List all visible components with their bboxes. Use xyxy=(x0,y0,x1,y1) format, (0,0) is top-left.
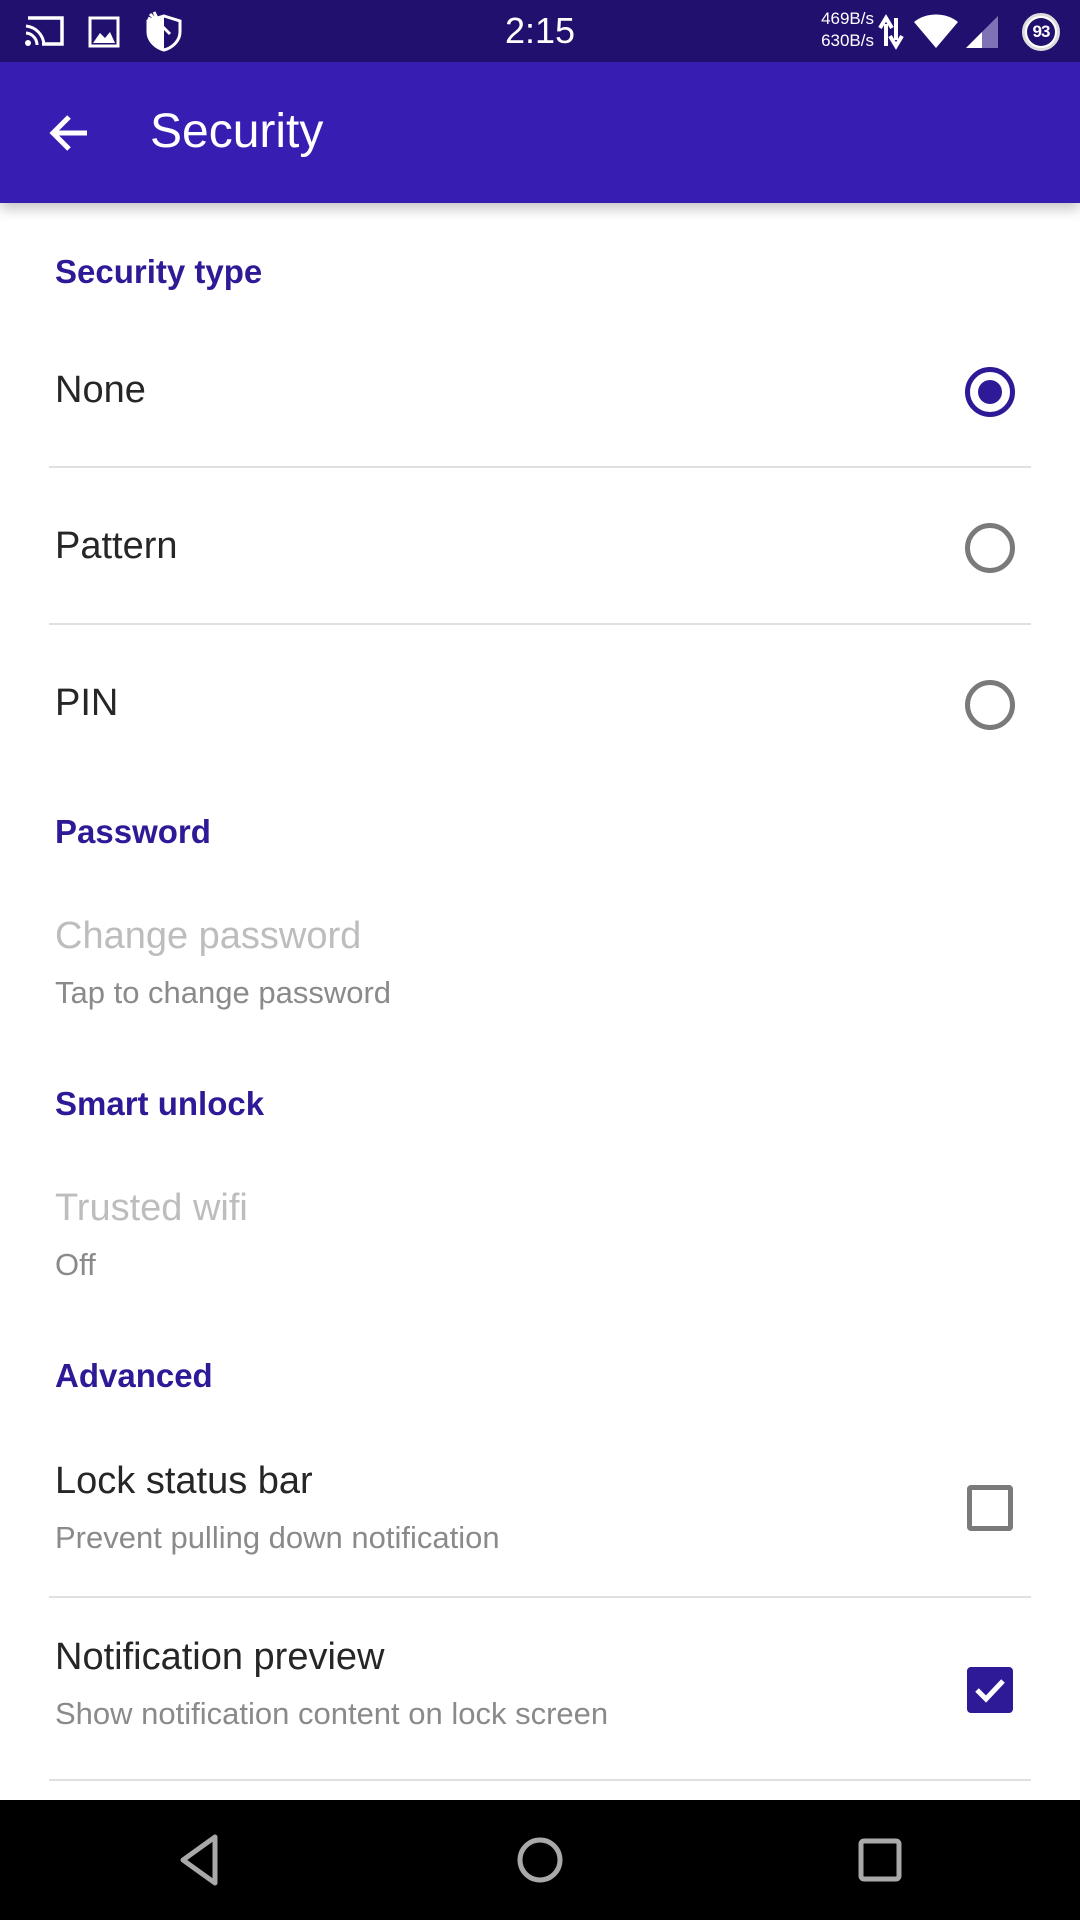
item-subtitle: Off xyxy=(55,1247,96,1282)
recents-nav-icon xyxy=(858,1838,902,1882)
option-none[interactable]: None xyxy=(0,315,1080,470)
item-title: Notification preview xyxy=(55,1636,385,1678)
data-transfer-icon xyxy=(878,14,904,55)
option-label: None xyxy=(55,369,146,411)
lock-status-bar-item[interactable]: Lock status bar Prevent pulling down not… xyxy=(0,1425,1080,1595)
item-subtitle: Prevent pulling down notification xyxy=(55,1520,500,1555)
option-pattern[interactable]: Pattern xyxy=(0,471,1080,626)
upload-speed: 469B/s xyxy=(821,9,874,28)
cellular-signal-icon xyxy=(964,14,1000,55)
divider xyxy=(49,1596,1031,1598)
notification-preview-checkbox[interactable] xyxy=(967,1667,1013,1713)
section-header-password: Password xyxy=(55,813,211,850)
settings-list: Security type None Pattern PIN Password … xyxy=(0,203,1080,1800)
lock-status-bar-checkbox[interactable] xyxy=(967,1485,1013,1531)
page-title: Security xyxy=(150,105,324,158)
section-header-advanced: Advanced xyxy=(55,1357,213,1394)
wifi-icon xyxy=(912,12,960,55)
section-header-security-type: Security type xyxy=(55,253,263,290)
divider xyxy=(49,623,1031,625)
back-button[interactable] xyxy=(34,98,104,168)
section-header-smart-unlock: Smart unlock xyxy=(55,1085,265,1122)
radio-pattern[interactable] xyxy=(965,523,1015,573)
checkmark-icon xyxy=(975,1679,1005,1703)
radio-pin[interactable] xyxy=(965,680,1015,730)
trusted-wifi-item[interactable]: Trusted wifi Off xyxy=(0,1155,1080,1315)
nav-home-button[interactable] xyxy=(500,1825,580,1895)
item-subtitle: Show notification content on lock screen xyxy=(55,1696,609,1731)
network-speed: 469B/s 630B/s xyxy=(806,8,874,52)
divider xyxy=(49,1779,1031,1781)
item-title: Change password xyxy=(55,915,362,957)
option-pin[interactable]: PIN xyxy=(0,628,1080,783)
item-subtitle: Tap to change password xyxy=(55,975,392,1010)
option-label: Pattern xyxy=(55,525,178,567)
back-nav-icon xyxy=(180,1834,218,1886)
divider xyxy=(49,466,1031,468)
option-label: PIN xyxy=(55,682,119,724)
battery-icon: 93 xyxy=(1022,13,1060,51)
radio-none[interactable] xyxy=(965,367,1015,417)
download-speed: 630B/s xyxy=(821,31,874,50)
status-bar: 2:15 469B/s 630B/s 93 xyxy=(0,0,1080,62)
change-password-item[interactable]: Change password Tap to change password xyxy=(0,883,1080,1043)
arrow-back-icon xyxy=(49,115,87,151)
nav-recents-button[interactable] xyxy=(840,1825,920,1895)
item-title: Lock status bar xyxy=(55,1460,313,1502)
item-title: Trusted wifi xyxy=(55,1187,248,1229)
app-bar: Security xyxy=(0,62,1080,203)
notification-preview-item[interactable]: Notification preview Show notification c… xyxy=(0,1601,1080,1781)
nav-back-button[interactable] xyxy=(160,1825,240,1895)
navigation-bar xyxy=(0,1800,1080,1920)
home-nav-icon xyxy=(517,1837,563,1883)
battery-level: 93 xyxy=(1027,18,1055,46)
